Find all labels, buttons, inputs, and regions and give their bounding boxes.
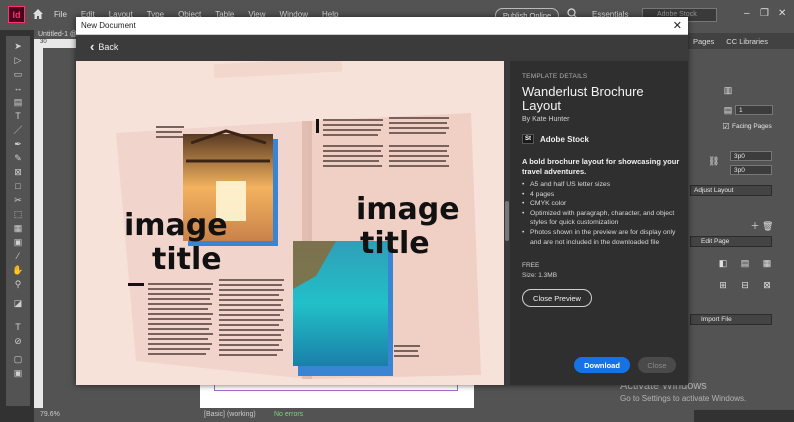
margin-top-field[interactable]: 3p0 [730,151,772,161]
document-tab[interactable]: Untitled-1 @ [34,30,82,39]
indesign-window: Id File Edit Layout Type Object Table Vi… [0,0,794,422]
vertical-ruler [34,48,43,408]
chevron-left-icon: ‹ [90,39,95,54]
close-preview-button[interactable]: Close Preview [522,289,592,307]
preflight-profile[interactable]: [Basic] (working) [204,411,256,418]
new-document-dialog: New Document ✕ ‹ Back image title image … [76,17,688,385]
status-bar: 79.6% [Basic] (working) No errors [34,408,694,422]
distribute-right-icon[interactable]: ⊠ [762,280,772,290]
feature-item: Optimized with paragraph, character, and… [522,209,684,228]
template-features: A5 and half US letter sizes 4 pages CMYK… [522,180,684,247]
feature-item: Photos shown in the preview are for disp… [522,228,684,247]
panel-tabs: Pages CC Libraries [688,33,794,49]
align-grid-icon[interactable]: ▦ [762,258,772,268]
gap-tool-icon[interactable]: ↔ [11,83,25,93]
close-window-button[interactable]: ✕ [778,8,786,19]
pencil-tool-icon[interactable]: ✎ [11,153,25,163]
watermark-subtitle: Go to Settings to activate Windows. [620,394,747,403]
delete-page-icon[interactable]: 🗑 [762,221,773,231]
view-mode-icon[interactable]: ▣ [11,368,25,378]
dialog-title: New Document [81,21,136,30]
template-title: Wanderlust Brochure Layout [522,84,644,113]
align-left-icon[interactable]: ◧ [718,258,728,268]
rectangle-frame-tool-icon[interactable]: ⊠ [11,167,25,177]
left-headline-line1: image [124,208,228,243]
template-size: Size: 1.3MB [522,272,558,279]
page-size-icon[interactable]: ▥ [723,85,733,95]
margin-guide [214,385,458,391]
hand-tool-icon[interactable]: ✋ [11,265,25,275]
selection-tool-icon[interactable]: ➤ [11,41,25,51]
template-details-panel: TEMPLATE DETAILS Wanderlust Brochure Lay… [510,61,688,385]
ruler-label: 30 [40,39,47,45]
scrollbar-thumb[interactable] [505,201,509,241]
gradient-tool-icon[interactable]: ▦ [11,223,25,233]
dialog-titlebar: New Document ✕ [76,17,688,35]
details-kicker: TEMPLATE DETAILS [522,73,588,80]
eyedropper-tool-icon[interactable]: ⁄ [11,251,25,261]
edit-page-button[interactable]: Edit Page [690,236,772,247]
template-author: By Kate Hunter [522,116,570,123]
free-transform-tool-icon[interactable]: ⬚ [11,209,25,219]
feature-item: 4 pages [522,190,684,200]
tools-panel: ➤ ▷ ▭ ↔ ▤ T ／ ✒ ✎ ⊠ □ ✂ ⬚ ▦ ▣ ⁄ ✋ ⚲ ◪ T … [6,36,30,406]
distribute-center-icon[interactable]: ⊟ [740,280,750,290]
scissors-tool-icon[interactable]: ✂ [11,195,25,205]
margin-bottom-field[interactable]: 3p0 [730,165,772,175]
back-label: Back [98,42,119,52]
adobe-stock-icon: St [522,134,534,144]
left-headline-line2: title [152,242,222,277]
app-logo: Id [8,6,25,23]
right-accent-bar [316,119,319,133]
fill-stroke-swatch-icon[interactable]: ◪ [11,298,25,308]
tab-cc-libraries[interactable]: CC Libraries [726,37,768,46]
right-headline-line1: image [356,192,460,227]
type-tool-icon[interactable]: T [11,111,25,121]
maximize-button[interactable]: ❐ [760,8,769,19]
right-panel: Pages CC Libraries ▥ ▤ 1 ☑ Facing Pages … [688,30,794,410]
template-preview: image title image title [76,61,504,385]
direct-selection-tool-icon[interactable]: ▷ [11,55,25,65]
line-tool-icon[interactable]: ／ [11,125,25,135]
distribute-left-icon[interactable]: ⊞ [718,280,728,290]
align-center-icon[interactable]: ▤ [740,258,750,268]
facing-pages-label: Facing Pages [732,123,772,130]
pen-tool-icon[interactable]: ✒ [11,139,25,149]
apply-none-icon[interactable]: ⊘ [11,336,25,346]
feature-item: A5 and half US letter sizes [522,180,684,190]
dialog-close-icon[interactable]: ✕ [673,19,682,32]
adobe-stock-label: Adobe Stock [540,135,589,144]
dialog-header: ‹ Back [76,35,688,61]
tab-pages[interactable]: Pages [693,37,714,46]
brochure-illustration: image title image title [76,61,504,385]
formatting-affects-icon[interactable]: T [11,322,25,332]
template-description: A bold brochure layout for showcasing yo… [522,157,680,176]
left-accent-bar [128,283,144,286]
back-button[interactable]: ‹ Back [90,39,119,54]
preflight-status: No errors [274,411,304,418]
menu-file[interactable]: File [54,10,67,19]
home-icon[interactable] [32,8,44,20]
note-tool-icon[interactable]: ▣ [11,237,25,247]
page-tool-icon[interactable]: ▭ [11,69,25,79]
minimize-button[interactable]: – [744,8,750,19]
zoom-level[interactable]: 79.6% [40,411,60,418]
screen-mode-icon[interactable]: ▢ [11,354,25,364]
template-price: FREE [522,262,540,269]
close-button[interactable]: Close [638,357,676,373]
import-file-button[interactable]: Import File [690,314,772,325]
link-margins-icon[interactable]: ⛓ [708,156,719,166]
zoom-tool-icon[interactable]: ⚲ [11,279,25,289]
new-page-icon[interactable]: ＋ [750,221,760,231]
rectangle-tool-icon[interactable]: □ [11,181,25,191]
facing-pages-checkbox-icon[interactable]: ☑ [721,122,731,132]
pages-count-field[interactable]: 1 [735,105,773,115]
pages-count-icon: ▤ [723,105,733,115]
content-collector-icon[interactable]: ▤ [11,97,25,107]
adjust-layout-button[interactable]: Adjust Layout [690,185,772,196]
right-headline-line2: title [360,226,430,261]
download-button[interactable]: Download [574,357,630,373]
feature-item: CMYK color [522,199,684,209]
